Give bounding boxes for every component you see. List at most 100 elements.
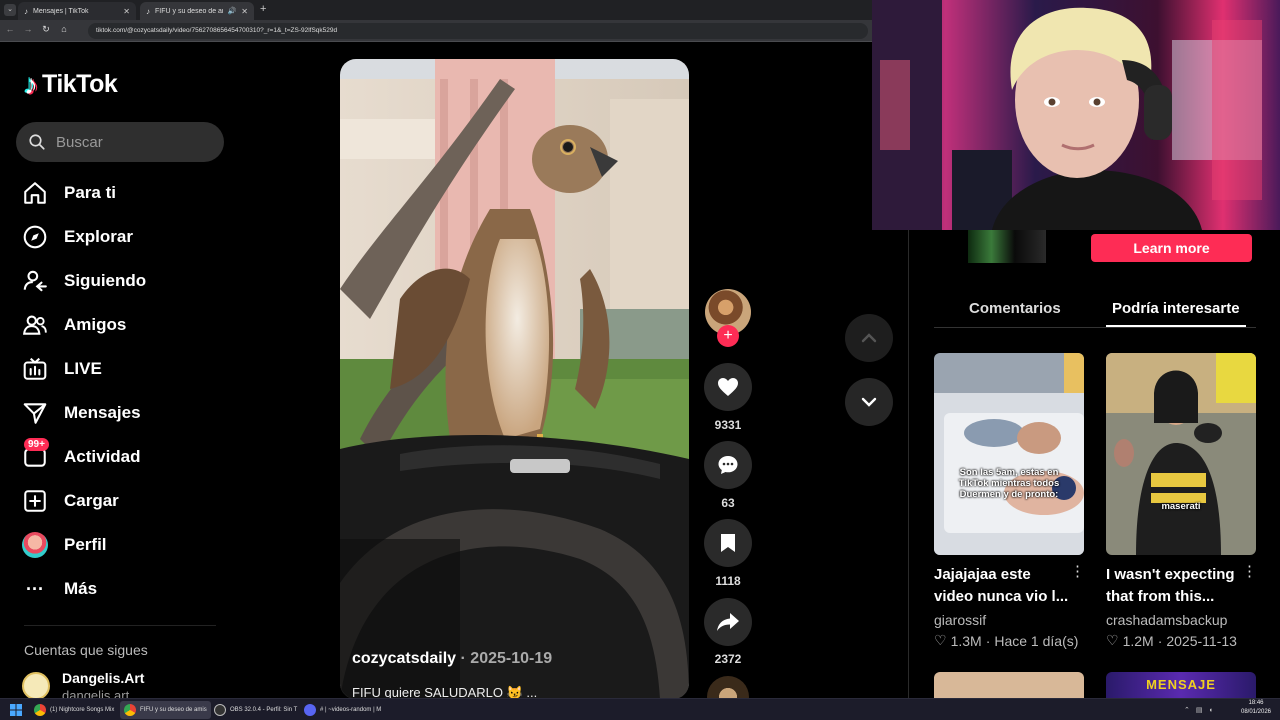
network-icon[interactable]: ▤	[1196, 706, 1203, 714]
thumbnail-image	[1106, 353, 1256, 555]
sidebar-item-siguiendo[interactable]: Siguiendo	[22, 266, 146, 296]
post-date: Hace 1 día(s)	[994, 632, 1079, 649]
comment-count: 63	[721, 496, 735, 510]
video-username[interactable]: cozycatsdaily	[352, 650, 456, 667]
sidebar-item-label: LIVE	[64, 359, 102, 378]
tiktok-favicon-icon: ♪	[24, 6, 28, 16]
taskbar-item-label: OBS 32.0.4 - Perfil: Sin T	[230, 707, 298, 713]
next-video-button[interactable]	[845, 378, 893, 426]
recommended-thumbnail[interactable]	[934, 672, 1084, 698]
ad-thumbnail[interactable]	[968, 230, 1046, 263]
logo-text: TikTok	[42, 70, 118, 98]
video-author[interactable]: cozycatsdaily · 2025-10-19	[352, 650, 552, 668]
like-count: 1.2M	[1122, 632, 1154, 649]
sidebar-item-amigos[interactable]: Amigos	[22, 310, 126, 340]
following-account-name[interactable]: Dangelis.Art	[62, 670, 144, 686]
sidebar-item-label: Cargar	[64, 491, 119, 510]
more-options-icon[interactable]: ⋮	[1242, 562, 1257, 580]
like-count: 1.3M	[950, 632, 982, 649]
friends-icon	[22, 312, 48, 338]
tiktok-logo[interactable]: ♪ TikTok	[24, 68, 118, 100]
thumbnail-caption: MENSAJE	[1146, 677, 1216, 692]
recommended-author[interactable]: giarossif	[934, 612, 986, 628]
sidebar-item-label: Para ti	[64, 183, 116, 202]
back-icon[interactable]: ←	[4, 24, 16, 34]
tiktok-note-icon: ♪	[24, 68, 38, 100]
learn-more-button[interactable]: Learn more	[1091, 234, 1252, 262]
sidebar-item-para-ti[interactable]: Para ti	[22, 178, 116, 208]
home-browser-icon[interactable]: ⌂	[58, 24, 70, 34]
browser-toolbar: ← → ↻ ⌂ tiktok.com/@cozycatsdaily/video/…	[0, 20, 872, 42]
recommended-author[interactable]: crashadamsbackup	[1106, 612, 1227, 628]
video-player[interactable]	[340, 59, 689, 699]
search-icon	[29, 134, 45, 150]
messages-icon	[22, 400, 48, 426]
volume-icon[interactable]: ◖	[1209, 707, 1213, 714]
heart-icon	[718, 378, 738, 396]
recommended-thumbnail[interactable]: MENSAJE	[1106, 672, 1256, 698]
chevron-up-icon	[861, 333, 877, 343]
tiktok-favicon-icon: ♪	[146, 6, 150, 16]
taskbar-item-obs[interactable]: OBS 32.0.4 - Perfil: Sin T	[210, 701, 301, 719]
separator-icon: ·	[1157, 632, 1163, 649]
clock-time: 18:46	[1248, 700, 1264, 706]
thumbnail-caption: Son las 5am, estas en TikTok mientras to…	[958, 467, 1060, 500]
tab-comentarios[interactable]: Comentarios	[969, 300, 1061, 317]
avatar[interactable]	[22, 672, 50, 700]
more-options-icon[interactable]: ⋮	[1070, 562, 1085, 580]
bookmark-icon	[721, 534, 735, 552]
browser-tab-mensajes[interactable]: ♪ Mensajes | TikTok ✕	[18, 2, 136, 20]
recommended-thumbnail[interactable]: Son las 5am, estas en TikTok mientras to…	[934, 353, 1084, 555]
close-tab-icon[interactable]: ✕	[123, 7, 130, 16]
sidebar-item-perfil[interactable]: Perfil	[22, 530, 107, 560]
search-input[interactable]	[56, 133, 206, 151]
previous-video-button[interactable]	[845, 314, 893, 362]
like-button[interactable]	[704, 363, 752, 411]
following-section-title: Cuentas que sigues	[24, 642, 148, 658]
taskbar-item-chrome-fifu[interactable]: FIFU y su deseo de amis	[120, 701, 211, 719]
sidebar-item-live[interactable]: LIVE	[22, 354, 102, 384]
sidebar-item-cargar[interactable]: Cargar	[22, 486, 119, 516]
sidebar-item-mensajes[interactable]: Mensajes	[22, 398, 141, 428]
recommended-thumbnail[interactable]: maserati	[1106, 353, 1256, 555]
taskbar-clock[interactable]: 18:46 08/01/2026	[1236, 699, 1276, 717]
active-tab-indicator	[1106, 325, 1246, 327]
taskbar-item-chrome-nightcore[interactable]: (1) Nightcore Songs Mix	[30, 701, 118, 719]
sidebar-item-mas[interactable]: ··· Más	[22, 574, 97, 604]
sidebar-item-label: Siguiendo	[64, 271, 147, 290]
new-tab-icon[interactable]: +	[260, 3, 266, 15]
search-box[interactable]	[16, 122, 224, 162]
recommended-title[interactable]: Jajajajaa este video nunca vio l...	[934, 564, 1074, 608]
sidebar-item-explorar[interactable]: Explorar	[22, 222, 133, 252]
forward-icon[interactable]: →	[22, 24, 34, 34]
taskbar-item-discord[interactable]: # | ~videos-random | M	[300, 701, 385, 719]
sidebar-item-label: Mensajes	[64, 403, 141, 422]
tray-arrow-icon[interactable]: ⌃	[1184, 706, 1190, 714]
tabs-divider	[934, 327, 1256, 328]
tab-title: Mensajes | TikTok	[33, 7, 89, 15]
taskbar-item-label: (1) Nightcore Songs Mix	[50, 707, 115, 713]
address-bar[interactable]: tiktok.com/@cozycatsdaily/video/75627086…	[88, 23, 868, 39]
save-button[interactable]	[704, 519, 752, 567]
close-tab-icon[interactable]: ✕	[241, 7, 248, 16]
audio-playing-icon[interactable]: 🔊	[228, 7, 237, 15]
comment-button[interactable]	[704, 441, 752, 489]
system-tray[interactable]: ⌃ ▤ ◖	[1180, 701, 1217, 719]
sidebar-item-label: Perfil	[64, 535, 107, 554]
follow-plus-icon[interactable]: +	[717, 325, 739, 347]
start-button[interactable]	[6, 701, 26, 719]
browser-tab-fifu[interactable]: ♪ FIFU y su deseo de amistad 🔊 ✕	[140, 2, 254, 20]
obs-icon	[214, 704, 226, 716]
chrome-icon	[124, 704, 136, 716]
sidebar-item-actividad[interactable]: 99+ Actividad	[22, 438, 141, 472]
following-icon	[22, 268, 48, 294]
tab-list-button[interactable]: ⌄	[4, 4, 16, 16]
heart-outline-icon: ♡	[934, 632, 947, 648]
recommended-title[interactable]: I wasn't expecting that from this...	[1106, 564, 1246, 608]
share-button[interactable]	[704, 598, 752, 646]
tab-podria-interesarte[interactable]: Podría interesarte	[1112, 300, 1240, 317]
sidebar-item-label: Más	[64, 579, 98, 598]
video-date: · 2025-10-19	[460, 650, 553, 667]
reload-icon[interactable]: ↻	[40, 24, 52, 35]
live-icon	[22, 356, 48, 382]
